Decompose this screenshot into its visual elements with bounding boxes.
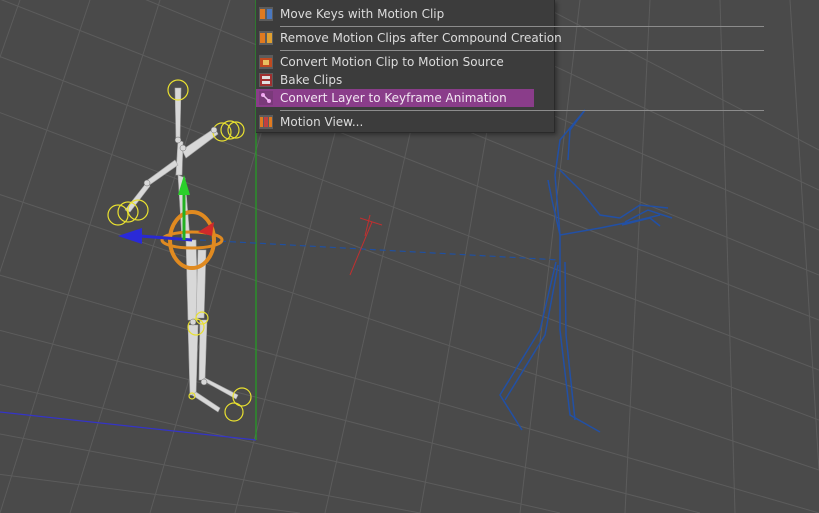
- menu-separator: [280, 26, 764, 27]
- menu-separator: [280, 110, 764, 111]
- menu-item-label: Move Keys with Motion Clip: [280, 7, 445, 21]
- clip-convert-icon: [259, 55, 273, 69]
- clip-remove-icon: [259, 31, 273, 45]
- menu-item-bake-clips[interactable]: Bake Clips: [256, 71, 534, 89]
- menu-item-convert-layer-keyframe[interactable]: Convert Layer to Keyframe Animation: [256, 89, 534, 107]
- menu-separator: [280, 50, 764, 51]
- menu-item-label: Bake Clips: [280, 73, 343, 87]
- menu-item-motion-view[interactable]: Motion View...: [256, 113, 534, 131]
- clip-keys-icon: [259, 7, 273, 21]
- 3d-viewport[interactable]: Move Keys with Motion Clip Remove Motion…: [0, 0, 819, 513]
- menu-item-remove-motion-clips[interactable]: Remove Motion Clips after Compound Creat…: [256, 29, 562, 47]
- bake-clips-icon: [259, 73, 273, 87]
- menu-item-convert-motion-clip[interactable]: Convert Motion Clip to Motion Source: [256, 53, 534, 71]
- context-menu[interactable]: Move Keys with Motion Clip Remove Motion…: [256, 0, 764, 133]
- menu-item-label: Convert Motion Clip to Motion Source: [280, 55, 504, 69]
- menu-item-label: Motion View...: [280, 115, 364, 129]
- layer-keyframe-icon: [259, 91, 273, 105]
- motion-view-icon: [259, 115, 273, 129]
- menu-item-label: Remove Motion Clips after Compound Creat…: [280, 31, 562, 45]
- menu-item-move-keys[interactable]: Move Keys with Motion Clip: [256, 5, 534, 23]
- menu-item-label: Convert Layer to Keyframe Animation: [280, 91, 507, 105]
